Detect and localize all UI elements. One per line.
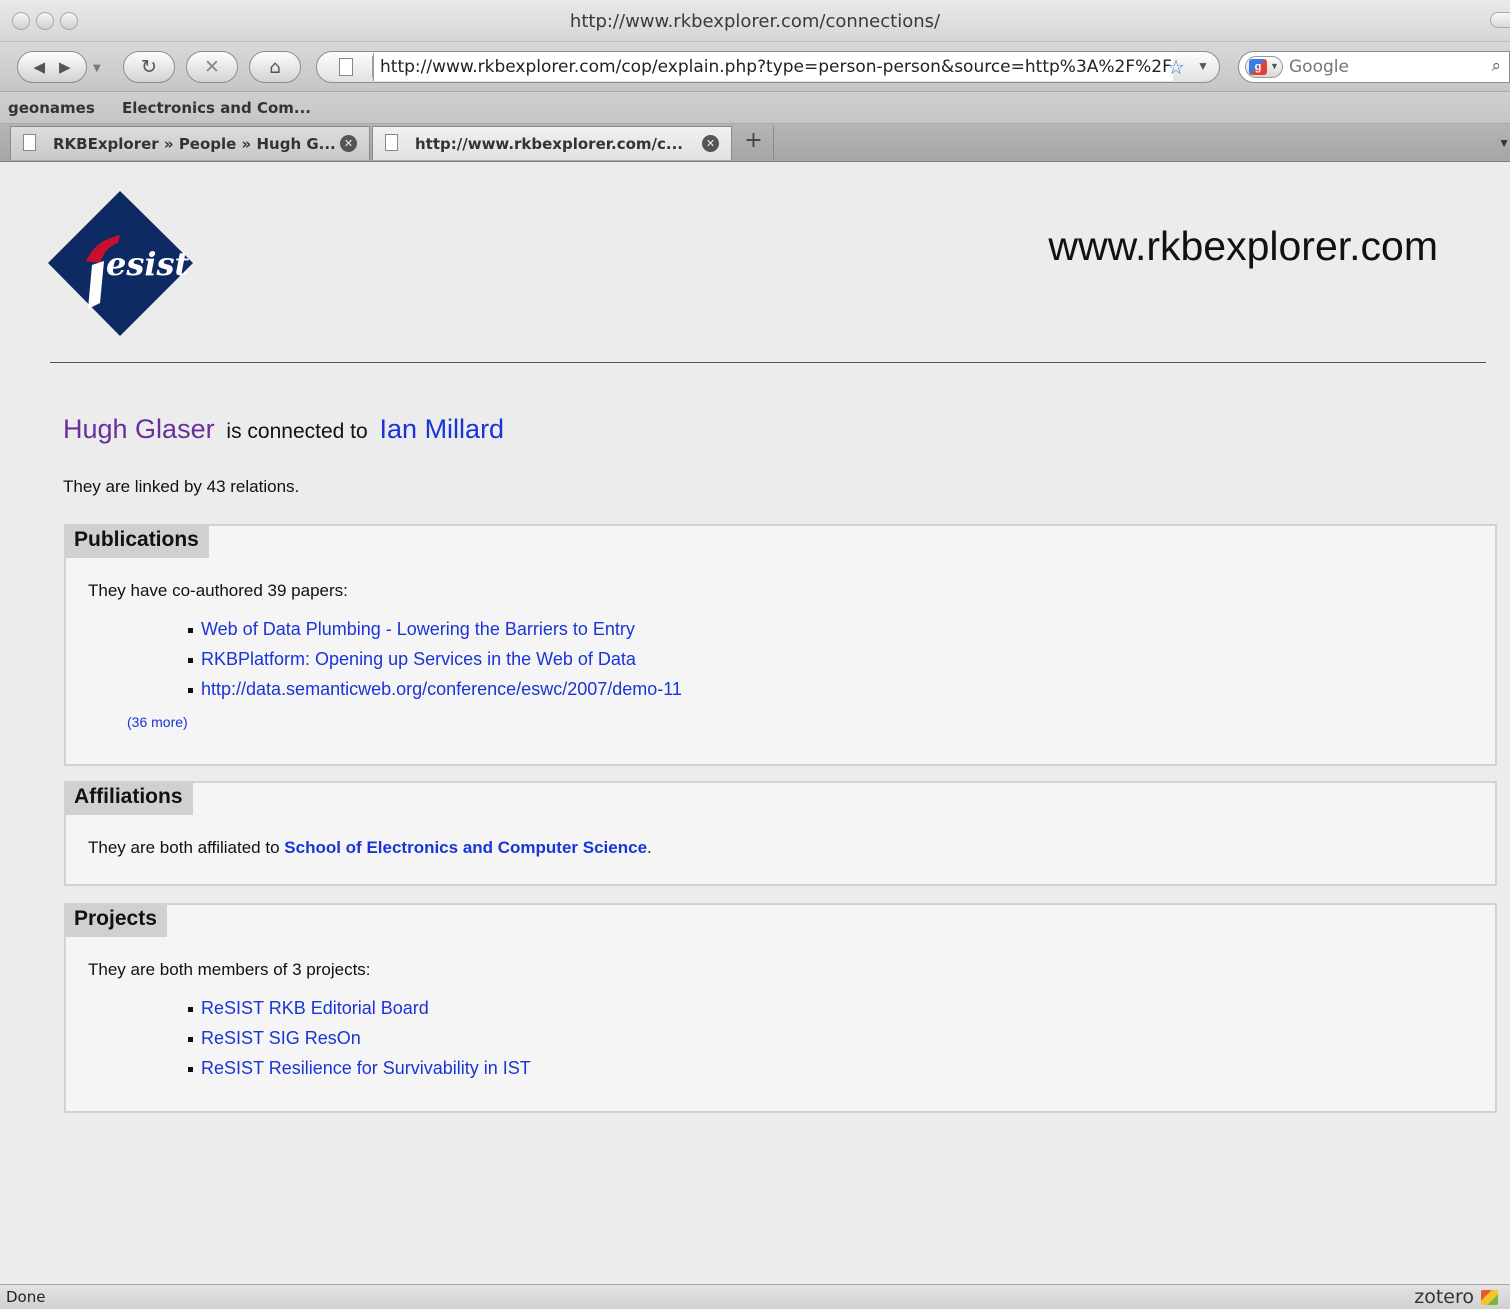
bookmark-star-icon[interactable]: ☆	[1167, 55, 1185, 80]
history-dropdown-icon[interactable]: ▼	[93, 63, 101, 74]
bullet	[188, 1006, 193, 1012]
stop-button[interactable]: ✕	[186, 51, 238, 83]
stop-icon: ✕	[204, 56, 220, 78]
search-input[interactable]	[1289, 55, 1479, 79]
publications-heading: Publications	[66, 526, 209, 558]
window-title: http://www.rkbexplorer.com/connections/	[569, 11, 941, 32]
google-logo-icon: g	[1249, 59, 1267, 75]
tab-connections[interactable]: http://www.rkbexplorer.com/c... ✕	[372, 126, 732, 160]
affiliations-intro: They are both affiliated to	[88, 838, 280, 857]
connector-text: is connected to	[226, 420, 368, 443]
reload-icon: ↻	[141, 56, 157, 78]
projects-list: ReSIST RKB Editorial Board ReSIST SIG Re…	[188, 998, 531, 1088]
forward-icon[interactable]: ▶	[59, 58, 71, 76]
back-icon[interactable]: ◀	[33, 58, 45, 76]
engine-dropdown-icon: ▼	[1270, 61, 1279, 71]
more-publications-link[interactable]: (36 more)	[127, 714, 188, 730]
page-content: esist www.rkbexplorer.com Hugh Glaser is…	[0, 163, 1510, 1284]
affiliations-section: Affiliations They are both affiliated to…	[64, 781, 1497, 886]
projects-intro: They are both members of 3 projects:	[88, 960, 371, 979]
projects-heading: Projects	[66, 905, 167, 937]
page-icon	[23, 134, 36, 151]
project-link[interactable]: ReSIST RKB Editorial Board	[201, 998, 429, 1018]
zotero-icon[interactable]	[1481, 1290, 1498, 1305]
resist-logo[interactable]: esist	[48, 191, 193, 336]
list-item: ReSIST Resilience for Survivability in I…	[188, 1058, 531, 1088]
zotero-button[interactable]: zotero	[1414, 1286, 1474, 1308]
affiliations-text: They are both affiliated to School of El…	[88, 838, 652, 858]
publication-link[interactable]: Web of Data Plumbing - Lowering the Barr…	[201, 619, 635, 639]
url-dropdown-icon[interactable]: ▼	[1197, 59, 1209, 73]
site-identity-button[interactable]	[327, 56, 373, 78]
close-icon[interactable]: ✕	[340, 135, 357, 152]
publication-link[interactable]: RKBPlatform: Opening up Services in the …	[201, 649, 636, 669]
header-divider	[50, 362, 1486, 363]
page-icon	[339, 58, 353, 76]
list-item: Web of Data Plumbing - Lowering the Barr…	[188, 619, 682, 649]
connection-headline: Hugh Glaser is connected to Ian Millard	[63, 414, 504, 445]
publications-section: Publications They have co-authored 39 pa…	[64, 524, 1497, 766]
bullet	[188, 657, 193, 663]
list-item: ReSIST SIG ResOn	[188, 1028, 531, 1058]
logo-text: esist	[106, 245, 190, 283]
search-icon[interactable]: ⌕	[1491, 56, 1501, 76]
new-tab-icon[interactable]: +	[734, 126, 774, 160]
project-link[interactable]: ReSIST SIG ResOn	[201, 1028, 361, 1048]
bookmark-electronics[interactable]: Electronics and Com...	[122, 99, 311, 117]
bullet	[188, 687, 193, 693]
close-icon[interactable]: ✕	[702, 135, 719, 152]
bullet	[188, 627, 193, 633]
site-title: www.rkbexplorer.com	[1048, 223, 1438, 269]
tab-rkbexplorer-people[interactable]: RKBExplorer » People » Hugh G... ✕	[10, 126, 370, 160]
reload-button[interactable]: ↻	[123, 51, 175, 83]
tab-label: RKBExplorer » People » Hugh G...	[53, 135, 336, 153]
person1-link[interactable]: Hugh Glaser	[63, 414, 215, 444]
bullet	[188, 1066, 193, 1072]
list-item: RKBPlatform: Opening up Services in the …	[188, 649, 682, 679]
bullet	[188, 1036, 193, 1042]
tab-bar: RKBExplorer » People » Hugh G... ✕ http:…	[0, 124, 1510, 162]
list-item: ReSIST RKB Editorial Board	[188, 998, 531, 1028]
url-input[interactable]	[373, 53, 1173, 81]
toolbar-toggle-button[interactable]	[1490, 12, 1510, 28]
tab-label: http://www.rkbexplorer.com/c...	[415, 135, 683, 153]
page-icon	[385, 134, 398, 151]
window-titlebar: http://www.rkbexplorer.com/connections/	[0, 0, 1510, 42]
affiliations-suffix: .	[647, 838, 652, 857]
bookmarks-toolbar: geonames Electronics and Com...	[0, 92, 1510, 124]
status-bar: Done zotero	[0, 1284, 1510, 1309]
affiliation-link[interactable]: School of Electronics and Computer Scien…	[284, 838, 647, 857]
bookmark-geonames[interactable]: geonames	[8, 99, 95, 117]
list-item: http://data.semanticweb.org/conference/e…	[188, 679, 682, 709]
projects-section: Projects They are both members of 3 proj…	[64, 903, 1497, 1113]
home-icon: ⌂	[269, 56, 281, 78]
relations-summary: They are linked by 43 relations.	[63, 477, 300, 496]
url-bar: ☆ ▼	[316, 51, 1220, 83]
tab-list-icon[interactable]: ▼	[1498, 136, 1510, 150]
affiliations-heading: Affiliations	[66, 783, 193, 815]
publication-link[interactable]: http://data.semanticweb.org/conference/e…	[201, 679, 682, 699]
search-bar: g ▼ ⌕	[1238, 51, 1510, 83]
publications-list: Web of Data Plumbing - Lowering the Barr…	[188, 619, 682, 709]
search-engine-button[interactable]: g ▼	[1245, 56, 1283, 78]
status-text: Done	[6, 1288, 46, 1306]
project-link[interactable]: ReSIST Resilience for Survivability in I…	[201, 1058, 531, 1078]
navigation-toolbar: ◀ ▶ ▼ ↻ ✕ ⌂ ☆ ▼ g ▼ ⌕	[0, 42, 1510, 92]
person2-link[interactable]: Ian Millard	[380, 414, 505, 444]
home-button[interactable]: ⌂	[249, 51, 301, 83]
back-forward-buttons: ◀ ▶	[17, 51, 87, 83]
publications-intro: They have co-authored 39 papers:	[88, 581, 348, 600]
